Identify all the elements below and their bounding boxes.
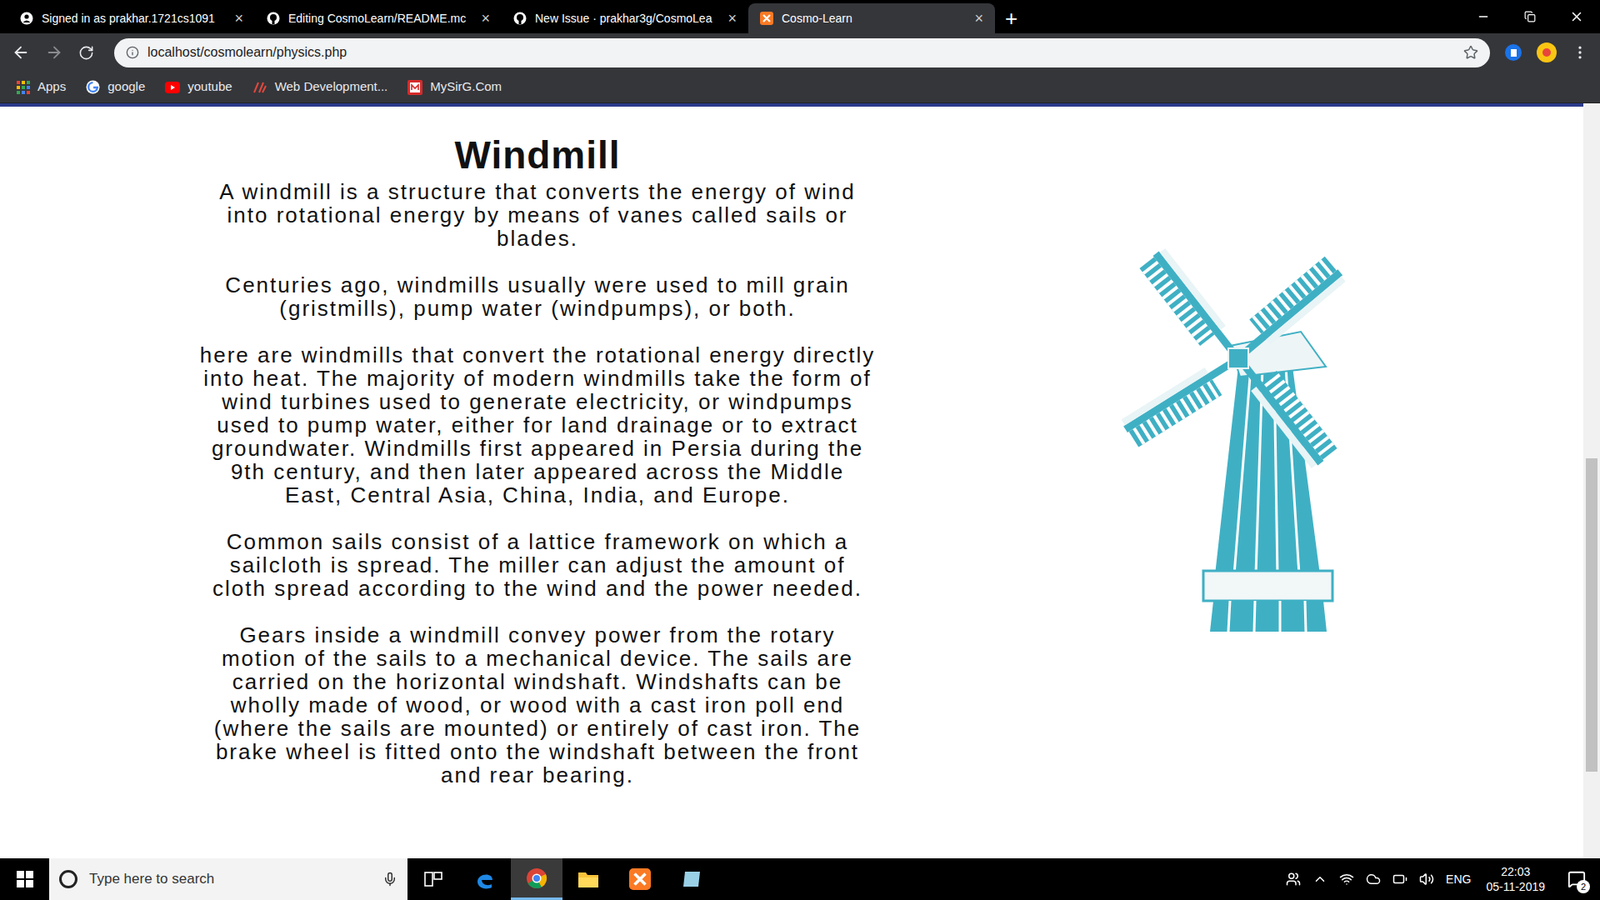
- info-icon: [125, 45, 140, 60]
- profile-button[interactable]: [1536, 42, 1557, 63]
- tab-title: Cosmo-Learn: [781, 10, 966, 28]
- language-indicator[interactable]: ENG: [1445, 870, 1471, 889]
- browser-tab[interactable]: New Issue · prakhar3g/CosmoLea ×: [501, 3, 749, 34]
- bookmarks-bar: Apps google youtube Web Development... MySir…: [0, 71, 1600, 104]
- clock[interactable]: 22:0305-11-2019: [1482, 864, 1549, 895]
- taskbar-apps: [407, 858, 718, 900]
- volume-icon[interactable]: [1419, 871, 1435, 887]
- github-icon: [513, 11, 527, 25]
- scrollbar-thumb[interactable]: [1585, 458, 1598, 772]
- article-paragraph: A windmill is a structure that converts …: [199, 180, 876, 250]
- star-icon[interactable]: [1463, 45, 1479, 60]
- network-icon[interactable]: [1339, 871, 1355, 887]
- notifications-button[interactable]: 2: [1560, 862, 1594, 896]
- article-paragraph: Centuries ago, windmills usually were us…: [199, 273, 876, 320]
- back-icon[interactable]: [11, 43, 30, 62]
- apps-icon: [16, 80, 30, 95]
- tab-strip: Signed in as prakhar.1721cs1091×Editing …: [0, 0, 1600, 34]
- toolbar: localhost/cosmolearn/physics.php: [0, 33, 1600, 72]
- screen: Signed in as prakhar.1721cs1091×Editing …: [0, 0, 1600, 900]
- windows-icon: [16, 870, 34, 888]
- bookmark-item[interactable]: Apps: [16, 77, 66, 97]
- xampp-app-icon: [629, 868, 651, 890]
- article-paragraph: Gears inside a windmill convey power fro…: [199, 623, 876, 787]
- xampp-icon: [760, 11, 774, 25]
- onedrive-icon[interactable]: [1365, 871, 1381, 887]
- address-bar[interactable]: localhost/cosmolearn/physics.php: [114, 38, 1490, 68]
- article-paragraph: Common sails consist of a lattice framew…: [199, 530, 876, 600]
- google-icon: [85, 80, 100, 95]
- bookmark-item[interactable]: youtube: [165, 77, 232, 97]
- taskbar-app[interactable]: [459, 858, 511, 900]
- taskbar-app[interactable]: [510, 858, 563, 900]
- notification-count: 2: [1576, 880, 1590, 894]
- extension-button[interactable]: [1505, 44, 1522, 61]
- new-tab-button[interactable]: +: [995, 3, 1028, 34]
- window-controls: [1460, 0, 1600, 34]
- youtube-icon: [165, 81, 180, 94]
- github-icon: [266, 11, 280, 25]
- image-column: [875, 106, 1584, 859]
- tab-title: New Issue · prakhar3g/CosmoLea: [535, 10, 720, 28]
- address-text: localhost/cosmolearn/physics.php: [147, 42, 1455, 63]
- notes-icon: [681, 870, 702, 889]
- tab-title: Signed in as prakhar.1721cs1091: [41, 10, 226, 28]
- minimize-button[interactable]: [1460, 10, 1507, 24]
- page-viewport: WindmillA windmill is a structure that c…: [0, 103, 1600, 859]
- chrome-icon: [525, 867, 548, 890]
- restore-icon: [1524, 10, 1536, 23]
- people-icon[interactable]: [1285, 871, 1301, 887]
- webdev-icon: [252, 80, 268, 95]
- tab-close-button[interactable]: ×: [727, 10, 737, 26]
- browser-tab[interactable]: Editing CosmoLearn/README.mc ×: [255, 3, 502, 34]
- taskbar-search[interactable]: Type here to search: [49, 858, 408, 900]
- minimize-icon: [1476, 10, 1490, 24]
- page-content: WindmillA windmill is a structure that c…: [0, 103, 1584, 859]
- forward-icon[interactable]: [45, 43, 64, 62]
- system-tray: ENG 22:0305-11-2019 2: [1285, 862, 1600, 896]
- close-icon: [1569, 9, 1585, 25]
- restore-button[interactable]: [1506, 10, 1554, 23]
- mic-icon[interactable]: [382, 871, 398, 887]
- tray-expand-icon[interactable]: [1312, 871, 1328, 887]
- task-view-icon: [424, 870, 443, 888]
- menu-icon[interactable]: [1571, 44, 1589, 61]
- tab-close-button[interactable]: ×: [234, 10, 244, 26]
- article-title: Windmill: [199, 133, 876, 177]
- folder-icon: [577, 870, 600, 889]
- taskbar-app[interactable]: [614, 858, 666, 900]
- scrollbar[interactable]: [1583, 103, 1600, 859]
- windmill-image: [1121, 241, 1355, 638]
- bookmark-item[interactable]: MySirG.Com: [407, 77, 502, 97]
- reload-icon[interactable]: [78, 45, 95, 61]
- taskbar: Type here to search ENG 22:0305-11-2019 2: [0, 858, 1600, 900]
- close-button[interactable]: [1553, 9, 1600, 25]
- cortana-icon: [59, 870, 78, 889]
- tab-close-button[interactable]: ×: [480, 10, 490, 26]
- tab-close-button[interactable]: ×: [974, 10, 984, 26]
- taskbar-app[interactable]: [562, 858, 615, 900]
- battery-icon[interactable]: [1392, 871, 1408, 887]
- article-paragraph: here are windmills that convert the rota…: [199, 343, 876, 507]
- tab-title: Editing CosmoLearn/README.mc: [288, 10, 473, 28]
- edge-icon: [474, 868, 496, 890]
- taskbar-app[interactable]: [407, 858, 460, 900]
- bookmark-item[interactable]: Web Development...: [252, 77, 389, 97]
- browser-tab[interactable]: Cosmo-Learn ×: [748, 3, 995, 34]
- account-icon: [20, 11, 34, 25]
- browser-tab[interactable]: Signed in as prakhar.1721cs1091 ×: [8, 3, 255, 34]
- mysirg-icon: [407, 80, 423, 95]
- bookmark-item[interactable]: google: [85, 77, 145, 97]
- taskbar-app[interactable]: [665, 858, 718, 900]
- article: WindmillA windmill is a structure that c…: [199, 106, 876, 859]
- start-button[interactable]: [0, 858, 50, 900]
